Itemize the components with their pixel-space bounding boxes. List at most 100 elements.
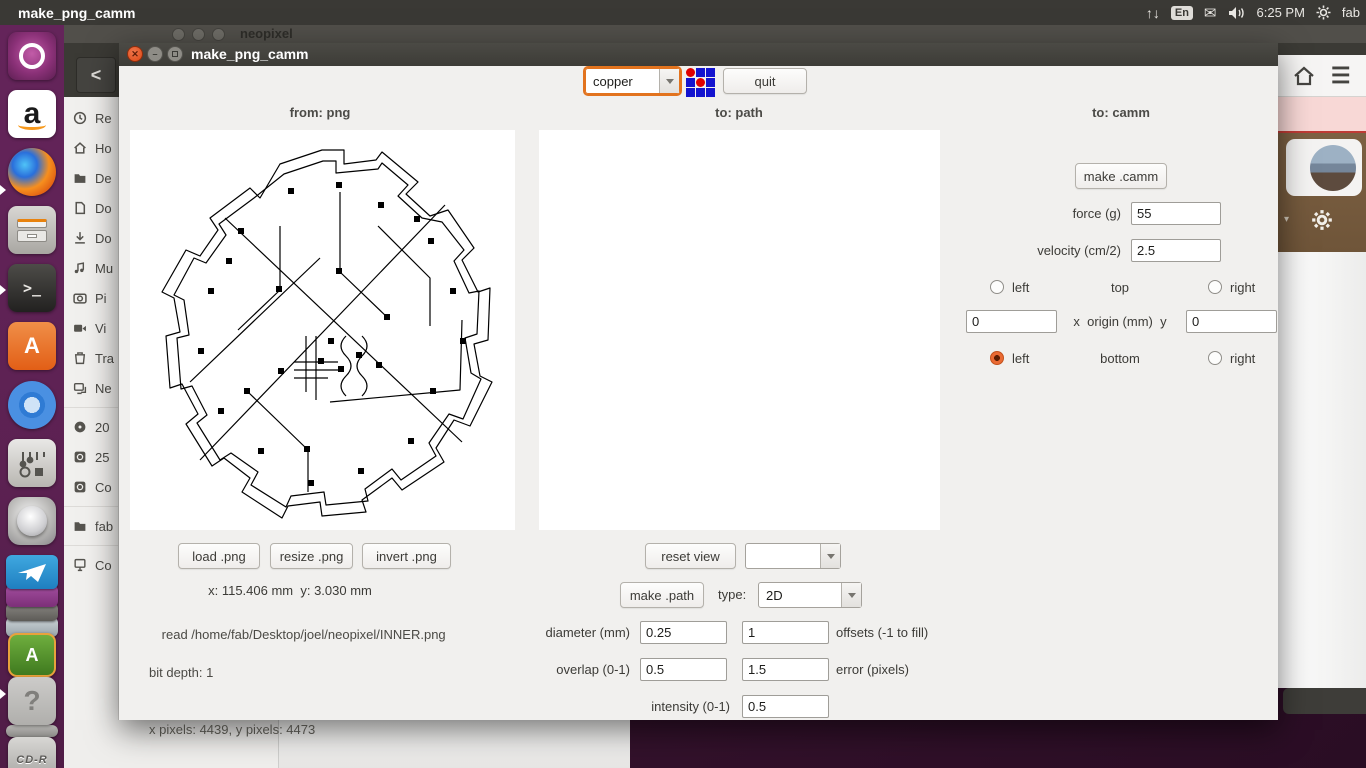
top-right-radio-label: right: [1230, 280, 1256, 295]
folder-icon: [74, 174, 86, 183]
minimize-button[interactable]: –: [147, 46, 163, 62]
top-left-radio[interactable]: [990, 280, 1004, 294]
maximize-button[interactable]: [167, 46, 183, 62]
sidebar-item-trash[interactable]: Tra: [64, 343, 118, 373]
recycle-app-icon[interactable]: A: [8, 633, 56, 677]
make-camm-button[interactable]: make .camm: [1075, 163, 1167, 189]
error-label: error (pixels): [836, 662, 909, 677]
sidebar-item-network[interactable]: Ne: [64, 373, 118, 403]
sidebar-item-volume-co[interactable]: Co: [64, 472, 118, 502]
type-select[interactable]: 2D: [758, 582, 862, 608]
bg-close-button[interactable]: [172, 28, 185, 41]
settings-gear-icon[interactable]: [1311, 209, 1333, 231]
bottom-left-radio[interactable]: [990, 351, 1004, 365]
dash-home-icon[interactable]: [8, 32, 56, 80]
fab-modules-logo-icon: [686, 68, 715, 97]
menu-icon[interactable]: ☰: [1331, 63, 1351, 89]
archive-manager-icon[interactable]: [8, 206, 56, 254]
sidebar-item-desktop[interactable]: De: [64, 163, 118, 193]
clock[interactable]: 6:25 PM: [1257, 5, 1305, 20]
sidebar-item-documents[interactable]: Do: [64, 193, 118, 223]
png-preview-canvas[interactable]: [130, 130, 515, 530]
diameter-input[interactable]: [640, 621, 727, 644]
document-icon: [75, 201, 86, 215]
right-bg-toolbar: ☰: [1278, 55, 1366, 97]
intensity-input[interactable]: [742, 695, 829, 718]
origin-y-input[interactable]: [1186, 310, 1277, 333]
username-label[interactable]: fab: [1342, 5, 1360, 20]
top-right-radio[interactable]: [1208, 280, 1222, 294]
mail-icon[interactable]: ✉: [1204, 4, 1217, 22]
unity-launcher: a >_ A A ? CD-R: [0, 25, 64, 768]
chevron-down-icon[interactable]: ▾: [1284, 214, 1289, 225]
back-button[interactable]: <: [76, 57, 116, 93]
origin-x-input[interactable]: [966, 310, 1057, 333]
software-center-icon[interactable]: A: [8, 322, 56, 370]
terminal-icon[interactable]: >_: [8, 264, 56, 312]
sidebar-item-home[interactable]: Ho: [64, 133, 118, 163]
overlap-input[interactable]: [640, 658, 727, 681]
resize-png-button[interactable]: resize .png: [270, 543, 353, 569]
path-preview-canvas[interactable]: [539, 130, 940, 530]
sidebar-item-fab[interactable]: fab: [64, 511, 118, 541]
bg-window-title: neopixel: [240, 26, 293, 41]
error-input[interactable]: [742, 658, 829, 681]
firefox-icon[interactable]: [8, 148, 56, 196]
velocity-input[interactable]: [1131, 239, 1221, 262]
background-window-titlebar: neopixel: [64, 25, 1366, 43]
amazon-icon[interactable]: a: [8, 90, 56, 138]
close-button[interactable]: ✕: [127, 46, 143, 62]
chevron-down-icon[interactable]: [659, 69, 679, 93]
sidebar-item-music[interactable]: Mu: [64, 253, 118, 283]
right-bg-windowbar: [1283, 688, 1366, 714]
bottom-right-radio-label: right: [1230, 351, 1256, 366]
volume-icon[interactable]: [1228, 6, 1246, 20]
to-camm-heading: to: camm: [1092, 105, 1150, 120]
make-path-button[interactable]: make .path: [620, 582, 704, 608]
reset-view-button[interactable]: reset view: [645, 543, 736, 569]
tweaks-icon[interactable]: [8, 439, 56, 487]
chromium-icon[interactable]: [8, 381, 56, 429]
pcb-trace-image: [161, 149, 493, 519]
app-titlebar[interactable]: ✕ – make_png_camm: [119, 43, 1278, 66]
bottom-right-radio[interactable]: [1208, 351, 1222, 365]
diameter-label: diameter (mm): [545, 625, 630, 640]
sidebar-item-pictures[interactable]: Pi: [64, 283, 118, 313]
chevron-down-icon[interactable]: [841, 583, 861, 607]
sidebar-item-computer[interactable]: Co: [64, 550, 118, 580]
network-updown-icon[interactable]: ↑↓: [1146, 5, 1160, 21]
unknown-app-icon[interactable]: ?: [8, 677, 56, 725]
sidebar-item-volume-20[interactable]: 20: [64, 412, 118, 442]
quit-button[interactable]: quit: [723, 68, 807, 94]
type-select-value: 2D: [766, 587, 783, 603]
sidebar-item-videos[interactable]: Vi: [64, 313, 118, 343]
computer-icon: [74, 558, 86, 572]
bg-minimize-button[interactable]: [192, 28, 205, 41]
top-left-radio-label: left: [1012, 280, 1030, 295]
drive-icon: [74, 451, 86, 463]
force-input[interactable]: [1131, 202, 1221, 225]
home-icon[interactable]: [1293, 66, 1315, 86]
keyboard-layout-indicator[interactable]: En: [1170, 5, 1193, 20]
sidebar-item-recent[interactable]: Re: [64, 103, 118, 133]
avatar[interactable]: [1310, 144, 1356, 191]
offsets-input[interactable]: [742, 621, 829, 644]
session-gear-icon[interactable]: [1316, 5, 1331, 20]
invert-png-button[interactable]: invert .png: [362, 543, 451, 569]
sidebar-item-volume-25[interactable]: 25: [64, 442, 118, 472]
drive-icon: [74, 481, 86, 493]
telegram-icon[interactable]: [6, 555, 58, 589]
view-select[interactable]: [745, 543, 841, 569]
cdr-burner-icon[interactable]: CD-R: [8, 737, 56, 768]
bottom-label: bottom: [1100, 351, 1140, 366]
material-select-value: copper: [593, 73, 633, 89]
load-png-button[interactable]: load .png: [178, 543, 260, 569]
png-file-info: read /home/fab/Desktop/joel/neopixel/INN…: [140, 606, 446, 768]
chevron-down-icon[interactable]: [820, 544, 840, 568]
sidebar-item-downloads[interactable]: Do: [64, 223, 118, 253]
volume-knob-icon[interactable]: [8, 497, 56, 545]
material-select[interactable]: copper: [583, 66, 682, 96]
view-select-value: [746, 544, 820, 568]
stacked-app-icon[interactable]: [6, 725, 58, 737]
bg-maximize-button[interactable]: [212, 28, 225, 41]
